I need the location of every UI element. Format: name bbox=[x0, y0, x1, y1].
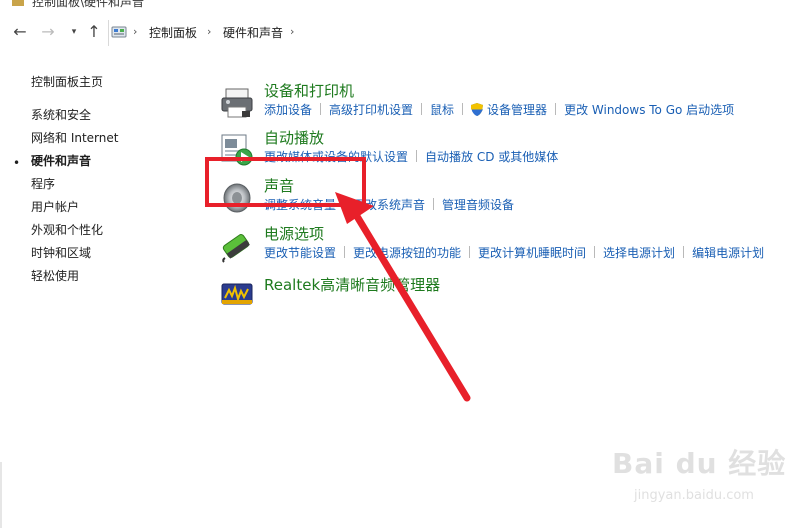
baidu-jingyan-watermark: Bai du 经验 jingyan.baidu.com bbox=[598, 442, 785, 512]
watermark-url: jingyan.baidu.com bbox=[634, 488, 754, 503]
watermark-logo: Bai du 经验 bbox=[612, 447, 787, 480]
window-edge bbox=[0, 462, 2, 528]
